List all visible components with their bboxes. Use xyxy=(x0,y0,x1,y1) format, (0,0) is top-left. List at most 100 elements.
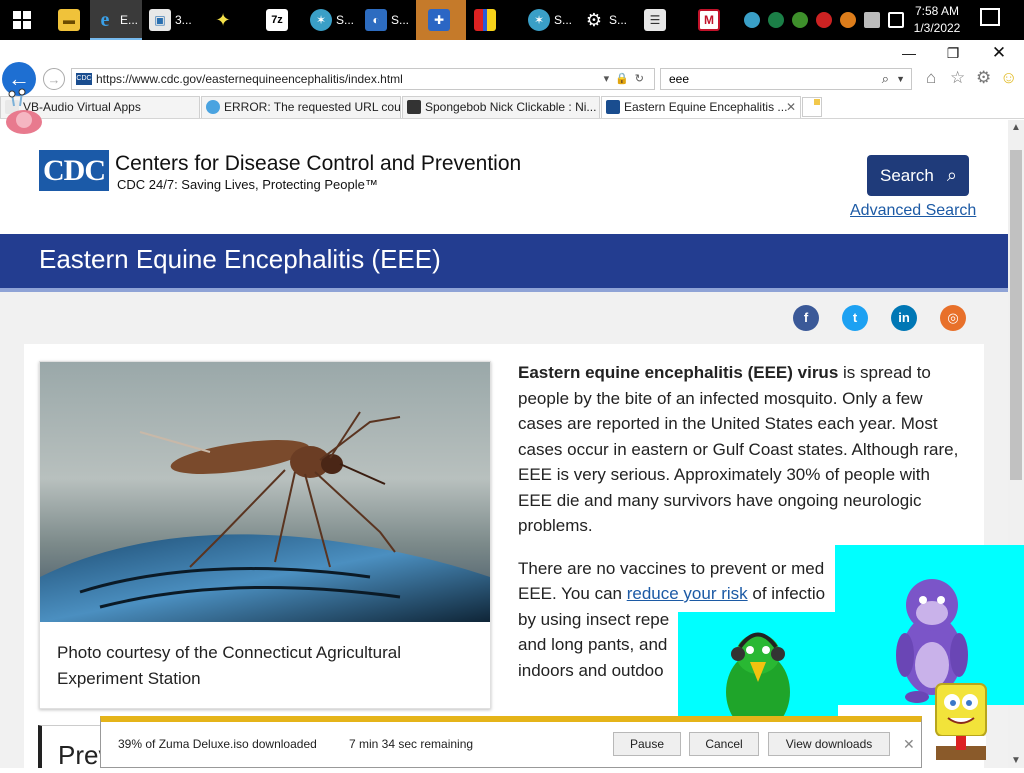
notes-taskbar-button[interactable]: ☰ xyxy=(640,0,676,40)
address-bar[interactable]: CDC https://www.cdc.gov/easternequineenc… xyxy=(71,68,655,90)
taskbar-item-label: E... xyxy=(120,13,139,27)
close-button[interactable]: ✕ xyxy=(976,40,1022,66)
spongebob-icon xyxy=(935,683,987,760)
installer-taskbar-button[interactable]: ▣ 3... xyxy=(145,0,197,40)
address-url: https://www.cdc.gov/easternequineencepha… xyxy=(96,72,403,86)
shield-taskbar-button[interactable]: ✚ xyxy=(416,0,466,40)
home-icon[interactable]: ⌂ xyxy=(926,68,936,88)
prevention-line-2a: EEE. You can xyxy=(518,584,627,603)
colorful-app-taskbar-button[interactable] xyxy=(470,0,520,40)
cancel-button[interactable]: Cancel xyxy=(689,732,759,756)
tray-app-icon[interactable] xyxy=(768,12,784,28)
close-icon[interactable]: ✕ xyxy=(903,736,915,753)
7zip-taskbar-button[interactable]: 7z xyxy=(262,0,296,40)
snail-overlay[interactable] xyxy=(0,84,44,136)
search-icon: ⌕ xyxy=(946,165,957,185)
shield-icon: ✚ xyxy=(428,9,450,31)
taskbar-item-label: S... xyxy=(554,13,573,27)
tab-close-icon[interactable]: ✕ xyxy=(786,97,796,117)
view-downloads-button[interactable]: View downloads xyxy=(768,732,890,756)
m-logo-icon: M xyxy=(698,9,720,31)
search-icon[interactable]: ⌕ xyxy=(882,69,889,89)
internet-explorer-icon: e xyxy=(100,8,110,31)
intro-bold: Eastern equine encephalitis (EEE) virus xyxy=(518,363,839,382)
linkedin-icon[interactable]: in xyxy=(891,305,917,331)
volume-muted-icon[interactable] xyxy=(864,12,880,28)
tab-spongebob[interactable]: Spongebob Nick Clickable : Ni... xyxy=(402,96,600,118)
intro-paragraph: Eastern equine encephalitis (EEE) virus … xyxy=(518,360,968,539)
installer-icon: ▣ xyxy=(149,9,171,31)
prevention-line-1: There are no vaccines to prevent or med xyxy=(518,558,825,578)
advanced-search-link[interactable]: Advanced Search xyxy=(850,202,976,220)
taskbar-item-label: S... xyxy=(336,13,355,27)
star-app-icon: ✶ xyxy=(528,9,550,31)
folder-icon: ▬ xyxy=(58,9,80,31)
search-button-label: Search xyxy=(880,166,934,185)
prevention-line-5: indoors and outdoo xyxy=(518,660,664,680)
tab-eee[interactable]: Eastern Equine Encephalitis ... ✕ xyxy=(601,96,801,118)
mosquito-figure: Photo courtesy of the Connecticut Agricu… xyxy=(39,361,491,709)
minimize-button[interactable]: — xyxy=(886,40,932,66)
smiley-icon[interactable]: ☺ xyxy=(1000,68,1017,88)
bird-app-taskbar-button[interactable]: ✦ xyxy=(208,0,248,40)
ie-favicon-icon xyxy=(206,100,220,114)
archive-favicon-icon xyxy=(407,100,421,114)
browser-titlebar xyxy=(0,40,1024,66)
search-button[interactable]: Search ⌕ xyxy=(867,155,969,196)
star-app-taskbar-button[interactable]: ✶ S... xyxy=(306,0,358,40)
scroll-down-arrow-icon[interactable]: ▼ xyxy=(1008,755,1024,766)
favorites-star-icon[interactable]: ☆ xyxy=(950,68,965,88)
intro-text: is spread to people by the bite of an in… xyxy=(518,363,959,535)
m-app-taskbar-button[interactable]: M xyxy=(694,0,730,40)
bear-app-taskbar-button[interactable]: ◐ S... xyxy=(361,0,413,40)
twitter-icon[interactable]: t xyxy=(842,305,868,331)
tab-label: Spongebob Nick Clickable : Ni... xyxy=(425,100,597,114)
cdc-favicon-icon: CDC xyxy=(76,73,92,85)
start-button[interactable] xyxy=(0,0,44,40)
bird-icon: ✦ xyxy=(215,9,231,30)
star-app-icon: ✶ xyxy=(310,9,332,31)
gear-icon[interactable]: ⚙ xyxy=(976,68,991,88)
reduce-risk-link[interactable]: reduce your risk xyxy=(627,584,748,603)
notifications-icon[interactable] xyxy=(980,8,1000,26)
tray-app-icon[interactable] xyxy=(792,12,808,28)
notes-icon: ☰ xyxy=(644,9,666,31)
gear-icon: ⚙ xyxy=(585,9,603,30)
browser-search-box[interactable]: eee ⌕ ▼ xyxy=(660,68,912,90)
mosquito-illustration xyxy=(40,411,490,622)
tray-app-icon[interactable] xyxy=(744,12,760,28)
snail-icon xyxy=(6,88,42,134)
restore-button[interactable]: ❐ xyxy=(930,40,976,66)
chevron-down-icon[interactable]: ▼ xyxy=(896,69,905,89)
tab-error[interactable]: ERROR: The requested URL cou... xyxy=(201,96,401,118)
photo-caption: Photo courtesy of the Connecticut Agricu… xyxy=(57,643,401,688)
tray-app-icon[interactable] xyxy=(816,12,832,28)
syndicate-icon[interactable]: ◎ xyxy=(940,305,966,331)
settings-taskbar-button[interactable]: ⚙ S... xyxy=(579,0,631,40)
prevention-line-3: by using insect repe xyxy=(518,609,670,629)
cdc-logo[interactable]: CDC xyxy=(39,150,109,191)
org-name[interactable]: Centers for Disease Control and Preventi… xyxy=(115,152,521,176)
scrollbar-thumb[interactable] xyxy=(1010,150,1022,480)
forward-button[interactable]: → xyxy=(43,68,65,90)
ie-taskbar-button[interactable]: e E... xyxy=(90,0,142,40)
star-app2-taskbar-button[interactable]: ✶ S... xyxy=(524,0,576,40)
tab-label: Eastern Equine Encephalitis ... xyxy=(624,100,788,114)
site-header: CDC Centers for Disease Control and Prev… xyxy=(0,120,1008,234)
download-notification-bar: 39% of Zuma Deluxe.iso downloaded 7 min … xyxy=(100,716,922,768)
taskbar: ▬ e E... ▣ 3... ✦ 7z ✶ S... ◐ S... ✚ ✶ S… xyxy=(0,0,1024,40)
clock[interactable]: 7:58 AM 1/3/2022 xyxy=(902,3,972,37)
taskbar-item-label: 3... xyxy=(175,13,192,27)
file-explorer-taskbar-button[interactable]: ▬ xyxy=(54,0,88,40)
forward-arrow-icon: → xyxy=(47,72,61,87)
facebook-icon[interactable]: f xyxy=(793,305,819,331)
windows-logo-icon xyxy=(13,11,31,29)
address-controls[interactable]: ▾🔒↻ xyxy=(604,69,650,89)
org-tagline: CDC 24/7: Saving Lives, Protecting Peopl… xyxy=(117,177,378,192)
tray-app-icon[interactable] xyxy=(840,12,856,28)
clock-date: 1/3/2022 xyxy=(913,21,961,35)
scroll-up-arrow-icon[interactable]: ▲ xyxy=(1008,122,1024,133)
new-tab-button[interactable] xyxy=(802,97,822,117)
pause-button[interactable]: Pause xyxy=(613,732,681,756)
spongebob-overlay[interactable] xyxy=(926,680,996,768)
